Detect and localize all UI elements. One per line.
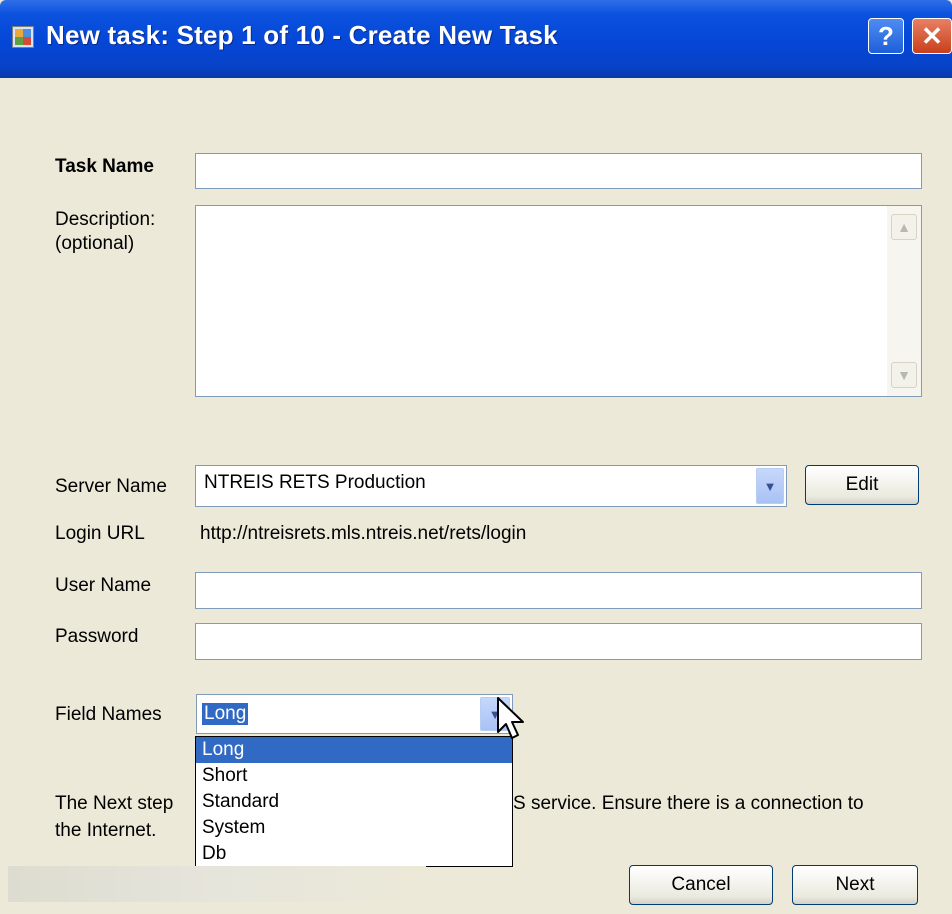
dropdown-option-system[interactable]: System (196, 815, 512, 841)
login-url-value: http://ntreisrets.mls.ntreis.net/rets/lo… (200, 523, 527, 544)
info-text-line1-end: S service. Ensure there is a connection … (513, 793, 864, 814)
scroll-up-icon[interactable]: ▲ (891, 214, 917, 240)
description-scrollbar[interactable]: ▲ ▼ (887, 206, 921, 396)
server-name-select[interactable]: NTREIS RETS Production ▼ (195, 465, 787, 507)
next-button[interactable]: Next (792, 865, 918, 905)
server-name-label: Server Name (55, 476, 167, 497)
help-icon: ? (878, 20, 894, 51)
description-label-line2: (optional) (55, 233, 135, 254)
user-name-label: User Name (55, 575, 152, 596)
cancel-button[interactable]: Cancel (629, 865, 773, 905)
task-name-label: Task Name (55, 156, 154, 177)
progress-bar (8, 866, 426, 902)
dropdown-option-long[interactable]: Long (196, 737, 512, 763)
description-label: Description: (optional) (55, 208, 155, 256)
close-button[interactable]: ✕ (912, 18, 952, 54)
chevron-down-icon[interactable]: ▼ (756, 468, 784, 504)
dropdown-option-db[interactable]: Db (196, 841, 512, 866)
password-input[interactable] (195, 623, 922, 660)
password-label: Password (55, 626, 139, 647)
login-url-label: Login URL (55, 523, 145, 544)
scroll-down-icon[interactable]: ▼ (891, 362, 917, 388)
window-title: New task: Step 1 of 10 - Create New Task (46, 20, 558, 50)
description-text[interactable] (196, 206, 886, 396)
description-label-line1: Description: (55, 209, 156, 230)
dropdown-option-short[interactable]: Short (196, 763, 512, 789)
field-names-label: Field Names (55, 704, 162, 725)
task-name-input[interactable] (195, 153, 922, 189)
title-bar: New task: Step 1 of 10 - Create New Task… (0, 0, 952, 78)
field-names-select[interactable]: Long ▼ (196, 694, 513, 734)
dropdown-option-standard[interactable]: Standard (196, 789, 512, 815)
app-window-icon (12, 26, 34, 48)
info-text-line2: the Internet. (55, 820, 157, 841)
field-names-dropdown: Long Short Standard System Db (195, 736, 513, 867)
server-name-value: NTREIS RETS Production (204, 472, 426, 493)
info-text-line1-start: The Next step (55, 793, 174, 814)
field-names-selected-value: Long (202, 703, 249, 725)
description-textarea[interactable]: ▲ ▼ (195, 205, 922, 397)
help-button[interactable]: ? (868, 18, 904, 54)
mouse-cursor-icon (497, 697, 524, 739)
user-name-input[interactable] (195, 572, 922, 609)
close-icon: ✕ (921, 20, 943, 51)
edit-server-button[interactable]: Edit (805, 465, 919, 505)
